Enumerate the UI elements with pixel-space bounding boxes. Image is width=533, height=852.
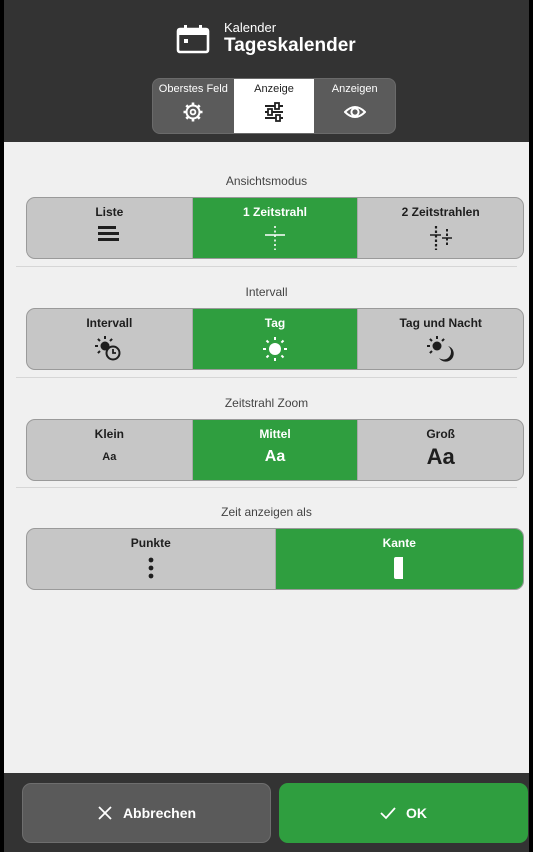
checkmark-icon xyxy=(380,807,396,820)
view-mode-section: Ansichtsmodus xyxy=(4,174,529,188)
app-subtitle: Kalender xyxy=(224,20,277,35)
section-label: Intervall xyxy=(245,285,288,299)
option-label: Punkte xyxy=(130,536,171,550)
title-area: Kalender Tageskalender xyxy=(176,20,356,57)
view-mode-selector: Liste 1 Zeitstrahl 2 Zeitstrahlen xyxy=(26,197,524,259)
tab-label: Anzeigen xyxy=(331,83,378,95)
sun-icon xyxy=(263,337,287,361)
edge-icon xyxy=(394,557,404,579)
font-sample-small: Aa xyxy=(102,451,117,463)
divider xyxy=(16,487,517,488)
footer: Abbrechen OK xyxy=(4,773,529,852)
option-day-night[interactable]: Tag und Nacht xyxy=(358,309,523,369)
option-label: 2 Zeitstrahlen xyxy=(401,205,480,219)
option-label: 1 Zeitstrahl xyxy=(242,205,308,219)
cancel-button[interactable]: Abbrechen xyxy=(22,783,271,843)
option-small[interactable]: Klein Aa xyxy=(27,420,193,480)
ok-button[interactable]: OK xyxy=(279,783,528,843)
settings-dialog: Kalender Tageskalender Oberstes Feld Anz… xyxy=(4,0,529,852)
option-medium[interactable]: Mittel Aa xyxy=(192,420,359,480)
option-label: Klein xyxy=(94,427,124,441)
sun-clock-icon xyxy=(95,336,121,361)
tab-bar: Oberstes Feld Anzeige Anzeigen xyxy=(152,78,396,134)
option-label: Liste xyxy=(95,205,124,219)
cancel-label: Abbrechen xyxy=(122,805,197,821)
section-label: Ansichtsmodus xyxy=(225,174,308,188)
option-label: Groß xyxy=(426,427,456,441)
header: Kalender Tageskalender Oberstes Feld Anz… xyxy=(4,0,529,142)
option-label: Mittel xyxy=(259,427,291,441)
option-list[interactable]: Liste xyxy=(27,198,193,258)
option-large[interactable]: Groß Aa xyxy=(358,420,523,480)
interval-section: Intervall xyxy=(4,285,529,299)
one-timeline-icon xyxy=(265,226,285,250)
option-label: Kante xyxy=(382,536,416,550)
section-label: Zeit anzeigen als xyxy=(221,505,312,519)
close-icon xyxy=(98,806,112,820)
sun-moon-icon xyxy=(426,336,454,362)
font-sample-medium: Aa xyxy=(264,448,286,465)
dots-icon xyxy=(148,557,154,579)
option-edge[interactable]: Kante xyxy=(275,529,523,589)
sliders-icon xyxy=(265,102,283,122)
gear-icon xyxy=(183,102,203,122)
page-title: Tageskalender xyxy=(224,35,356,56)
tab-label: Anzeige xyxy=(254,83,294,95)
time-display-selector: Punkte Kante xyxy=(26,528,524,590)
zoom-section: Zeitstrahl Zoom xyxy=(4,396,529,410)
interval-selector: Intervall Tag Tag und Nacht xyxy=(26,308,524,370)
option-label: Tag und Nacht xyxy=(399,316,482,330)
ok-label: OK xyxy=(406,805,427,821)
option-dots[interactable]: Punkte xyxy=(27,529,276,589)
time-display-section: Zeit anzeigen als xyxy=(4,505,529,519)
eye-icon xyxy=(343,106,366,118)
option-day[interactable]: Tag xyxy=(192,309,359,369)
section-label: Zeitstrahl Zoom xyxy=(224,396,309,410)
option-interval[interactable]: Intervall xyxy=(27,309,193,369)
tab-label: Oberstes Feld xyxy=(158,83,228,95)
divider xyxy=(16,377,517,378)
tab-show[interactable]: Anzeigen xyxy=(314,79,395,133)
option-label: Intervall xyxy=(86,316,133,330)
zoom-selector: Klein Aa Mittel Aa Groß Aa xyxy=(26,419,524,481)
tab-display[interactable]: Anzeige xyxy=(233,79,315,133)
two-timelines-icon xyxy=(429,226,452,250)
divider xyxy=(16,266,517,267)
option-label: Tag xyxy=(264,316,286,330)
calendar-icon xyxy=(176,24,210,53)
option-two-timelines[interactable]: 2 Zeitstrahlen xyxy=(358,198,523,258)
list-icon xyxy=(98,226,120,241)
tab-top-field[interactable]: Oberstes Feld xyxy=(153,79,234,133)
font-sample-large: Aa xyxy=(426,444,455,469)
option-one-timeline[interactable]: 1 Zeitstrahl xyxy=(192,198,359,258)
